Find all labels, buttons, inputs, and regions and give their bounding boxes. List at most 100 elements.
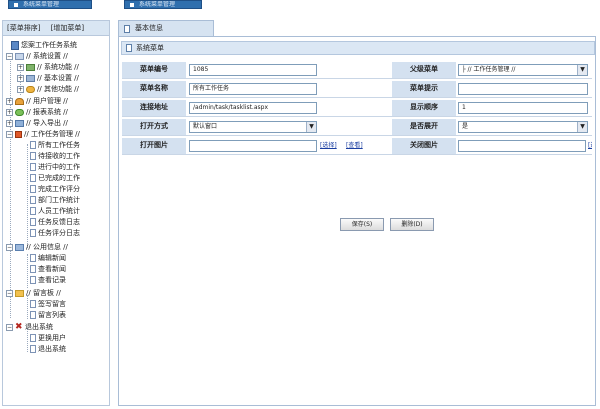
expand-value: 是 [462, 123, 469, 130]
collapse-icon[interactable]: − [6, 52, 13, 60]
tree-item-message-board[interactable]: − // 留言板 // [6, 288, 61, 299]
message-icon [15, 289, 24, 297]
tree-item-system-functions[interactable]: + // 系统功能 // [17, 62, 79, 73]
tree-item-label: 所有工作任务 [38, 141, 80, 149]
open-mode-select[interactable]: 默认窗口 ▼ [189, 121, 317, 133]
save-button[interactable]: 保存(S) [340, 218, 384, 231]
expand-icon[interactable]: + [17, 74, 24, 82]
page-icon [30, 163, 36, 171]
tab-icon [14, 3, 18, 7]
tree-item-user-management[interactable]: + // 用户管理 // [6, 96, 68, 107]
page-icon [126, 44, 132, 52]
tree-item-switch-user[interactable]: 更换用户 [30, 333, 66, 344]
tree-item-completed-tasks[interactable]: 已完成的工作 [30, 173, 80, 184]
tree-item-import-export[interactable]: + // 导入导出 // [6, 118, 68, 129]
add-menu-link[interactable]: [增加菜单] [51, 24, 84, 32]
expand-icon[interactable]: + [6, 108, 13, 116]
exit-x-icon: ✖ [15, 322, 23, 332]
tree-item-all-tasks[interactable]: 所有工作任务 [30, 140, 80, 151]
top-tab-2-label: 系统菜单管理 [139, 1, 176, 8]
collapse-icon[interactable]: − [6, 289, 13, 297]
tree-item-label: 退出系统 [25, 323, 53, 331]
tree-item-label: // 用户管理 // [26, 97, 68, 105]
tree-item-label: 部门工作统计 [38, 196, 80, 204]
expand-icon[interactable]: + [17, 63, 24, 71]
menu-tip-field[interactable] [458, 83, 588, 95]
tree-item-message-list[interactable]: 留言列表 [30, 310, 66, 321]
tree-item-write-message[interactable]: 签写留言 [30, 299, 66, 310]
settings-icon [15, 52, 24, 60]
tab-icon [130, 3, 134, 7]
page-icon [30, 152, 36, 160]
sidebar: [菜单排序] [增加菜单] 您案工作任务系统 − // 系统设置 // + // 系… [2, 20, 110, 406]
page-icon [30, 345, 36, 353]
dropdown-arrow-icon[interactable]: ▼ [306, 122, 316, 132]
display-order-field[interactable]: 1 [458, 102, 588, 114]
expand-icon[interactable]: + [6, 119, 13, 127]
view-image-link[interactable]: [查看] [346, 141, 363, 151]
tree-item-scoring-log[interactable]: 任务评分日志 [30, 228, 80, 239]
form-row: 打开图片 [选择] [查看] 关闭图片 [选 [122, 136, 592, 155]
tree-item-in-progress-tasks[interactable]: 进行中的工作 [30, 162, 80, 173]
page-icon [30, 254, 36, 262]
parent-menu-select[interactable]: ├ // 工作任务管理 // ▼ [458, 64, 588, 76]
page-icon [30, 218, 36, 226]
tree-root[interactable]: 您案工作任务系统 [11, 40, 77, 51]
tree-item-task-scoring[interactable]: 完成工作评分 [30, 184, 80, 195]
expand-select[interactable]: 是 ▼ [458, 121, 588, 133]
link-url-label: 连接地址 [122, 100, 186, 116]
tree-item-exit-system-group[interactable]: − ✖ 退出系统 [6, 322, 53, 333]
menu-name-field[interactable]: 所有工作任务 [189, 83, 317, 95]
tree-item-edit-news[interactable]: 编辑新闻 [30, 253, 66, 264]
dropdown-arrow-icon[interactable]: ▼ [577, 122, 587, 132]
tree-item-task-management[interactable]: − // 工作任务管理 // [6, 129, 80, 140]
tree-item-other-functions[interactable]: + // 其他功能 // [17, 84, 79, 95]
expand-icon[interactable]: + [17, 85, 24, 93]
tree-item-view-news[interactable]: 查看新闻 [30, 264, 66, 275]
sort-menu-link[interactable]: [菜单排序] [7, 24, 40, 32]
tree-item-label: // 公用信息 // [26, 243, 68, 251]
tree-item-label: 已完成的工作 [38, 174, 80, 182]
tree-item-system-settings[interactable]: − // 系统设置 // [6, 51, 68, 62]
top-tab-1[interactable]: 系统菜单管理 [8, 0, 92, 9]
close-select-image-link[interactable]: [选 [588, 141, 592, 151]
dropdown-arrow-icon[interactable]: ▼ [577, 65, 587, 75]
open-image-field[interactable] [189, 140, 317, 152]
tree-item-feedback-log[interactable]: 任务反馈日志 [30, 217, 80, 228]
page-icon [30, 174, 36, 182]
tab-basic-info[interactable]: 基本信息 [118, 20, 214, 36]
tree-item-dept-stats[interactable]: 部门工作统计 [30, 195, 80, 206]
parent-menu-value: ├ // 工作任务管理 // [462, 66, 516, 73]
tree-item-public-info[interactable]: − // 公用信息 // [6, 242, 68, 253]
tree-item-report-system[interactable]: + // 报表系统 // [6, 107, 68, 118]
grid-icon [26, 74, 35, 82]
page-icon [30, 334, 36, 342]
collapse-icon[interactable]: − [6, 130, 13, 138]
menu-id-field[interactable]: 1085 [189, 64, 317, 76]
expand-icon[interactable]: + [6, 97, 13, 105]
tree-item-label: 人员工作统计 [38, 207, 80, 215]
collapse-icon[interactable]: − [6, 243, 13, 251]
close-image-field[interactable] [458, 140, 586, 152]
page-icon [30, 196, 36, 204]
link-url-field[interactable]: /admin/task/tasklist.aspx [189, 102, 317, 114]
top-tab-2[interactable]: 系统菜单管理 [124, 0, 202, 9]
form-row: 菜单编号 1085 父级菜单 ├ // 工作任务管理 // ▼ [122, 60, 592, 79]
tree-item-exit-system[interactable]: 退出系统 [30, 344, 66, 355]
tree-item-basic-settings[interactable]: + // 基本设置 // [17, 73, 79, 84]
top-tab-strip: 系统菜单管理 系统菜单管理 [0, 0, 600, 9]
tree-item-label: // 工作任务管理 // [24, 130, 80, 138]
menu-tip-label: 菜单提示 [392, 81, 456, 97]
delete-button[interactable]: 删除(D) [390, 218, 434, 231]
user-icon [15, 97, 24, 105]
collapse-icon[interactable]: − [6, 323, 13, 331]
select-image-link[interactable]: [选择] [320, 141, 337, 151]
tree-connector [10, 54, 11, 318]
tree-item-staff-stats[interactable]: 人员工作统计 [30, 206, 80, 217]
page-icon [30, 229, 36, 237]
main-panel: 系统菜单 菜单编号 1085 父级菜单 ├ // 工作任务管理 // ▼ 菜单名… [118, 36, 596, 406]
tree-connector [27, 254, 28, 288]
root-computer-icon [11, 40, 19, 50]
tree-item-view-records[interactable]: 查看记录 [30, 275, 66, 286]
tree-item-pending-tasks[interactable]: 待接收的工作 [30, 151, 80, 162]
